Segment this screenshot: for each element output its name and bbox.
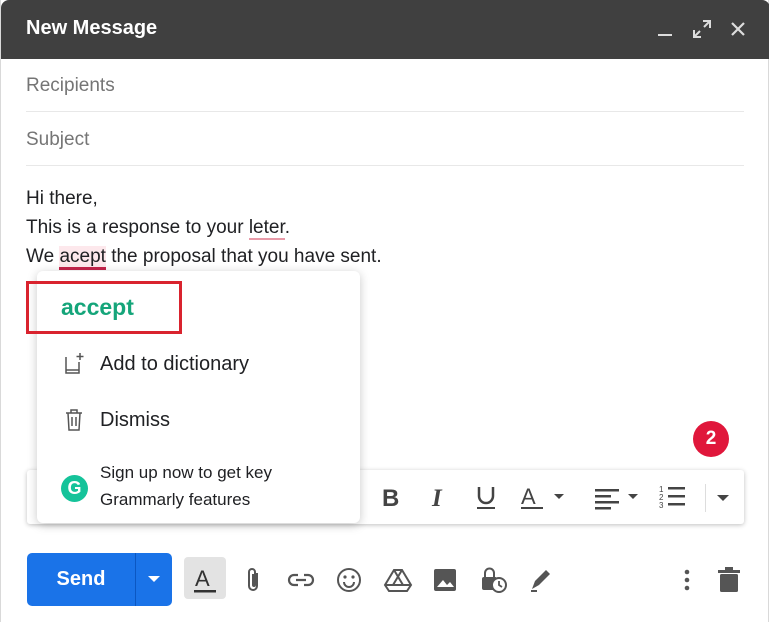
svg-text:I: I: [431, 485, 443, 510]
body-line-1: Hi there,: [26, 188, 98, 209]
compose-titlebar[interactable]: New Message: [1, 0, 769, 59]
body-line-3: We acept the proposal that you have sent…: [26, 242, 382, 271]
signup-line-1: Sign up now to get key: [100, 463, 273, 482]
send-button[interactable]: Send: [27, 553, 135, 606]
more-formatting-icon[interactable]: [715, 484, 731, 510]
recipients-field[interactable]: Recipients: [26, 59, 744, 112]
underline-icon[interactable]: [473, 484, 499, 510]
body-line-2-start: This is a response to your: [26, 217, 249, 238]
subject-field[interactable]: Subject: [26, 113, 744, 166]
compose-window: New Message Recipients Subject Hi there,…: [0, 0, 769, 622]
svg-text:3: 3: [659, 501, 664, 510]
dismiss-label: Dismiss: [100, 409, 170, 431]
body-line-2: This is a response to your leter.: [26, 213, 382, 242]
grammarly-logo-icon: G: [61, 475, 88, 502]
misspelled-word-acept[interactable]: acept: [59, 246, 106, 270]
toolbar-divider: [705, 484, 706, 512]
expand-icon[interactable]: [691, 18, 713, 40]
minimize-icon[interactable]: [654, 18, 676, 40]
svg-text:B: B: [382, 485, 399, 510]
body-line-2-end: .: [284, 217, 291, 238]
add-to-dictionary-label: Add to dictionary: [100, 353, 249, 375]
suggestion-highlight-box: [26, 281, 182, 334]
body-line-3-end: the proposal that you have sent.: [105, 246, 382, 267]
send-options-icon[interactable]: [136, 553, 172, 606]
insert-photo-icon[interactable]: [430, 565, 460, 595]
numbered-list-icon[interactable]: 123: [659, 484, 687, 510]
formatting-options-icon[interactable]: A: [190, 565, 220, 595]
recipients-placeholder: Recipients: [26, 75, 115, 96]
confidential-mode-icon[interactable]: [478, 565, 508, 595]
grammarly-signup-link[interactable]: Sign up now to get key Grammarly feature…: [100, 459, 272, 513]
discard-draft-icon[interactable]: [714, 565, 744, 595]
send-button-group: Send: [27, 553, 172, 606]
dictionary-add-icon: [65, 353, 84, 374]
dismiss-item[interactable]: Dismiss: [37, 396, 360, 444]
insert-link-icon[interactable]: [286, 565, 316, 595]
svg-text:A: A: [521, 484, 536, 509]
add-to-dictionary-item[interactable]: Add to dictionary: [37, 340, 360, 388]
google-drive-icon[interactable]: [383, 565, 413, 595]
body-line-3-start: We: [26, 246, 60, 267]
emoji-icon[interactable]: [334, 565, 364, 595]
align-icon[interactable]: [594, 484, 642, 510]
text-color-icon[interactable]: A: [520, 484, 570, 510]
grammarly-issue-badge[interactable]: 2: [693, 421, 729, 457]
window-title: New Message: [26, 17, 158, 39]
subject-placeholder: Subject: [26, 129, 90, 150]
signature-pen-icon[interactable]: [526, 565, 556, 595]
misspelled-word-leter[interactable]: leter: [248, 217, 285, 240]
italic-icon[interactable]: I: [426, 484, 452, 510]
more-options-icon[interactable]: [672, 565, 702, 595]
bold-icon[interactable]: B: [378, 484, 404, 510]
close-icon[interactable]: [727, 18, 749, 40]
svg-text:A: A: [195, 566, 210, 591]
trash-icon: [66, 409, 82, 431]
message-body[interactable]: Hi there, This is a response to your let…: [26, 184, 382, 271]
attach-icon[interactable]: [239, 565, 269, 595]
signup-line-2: Grammarly features: [100, 490, 251, 509]
